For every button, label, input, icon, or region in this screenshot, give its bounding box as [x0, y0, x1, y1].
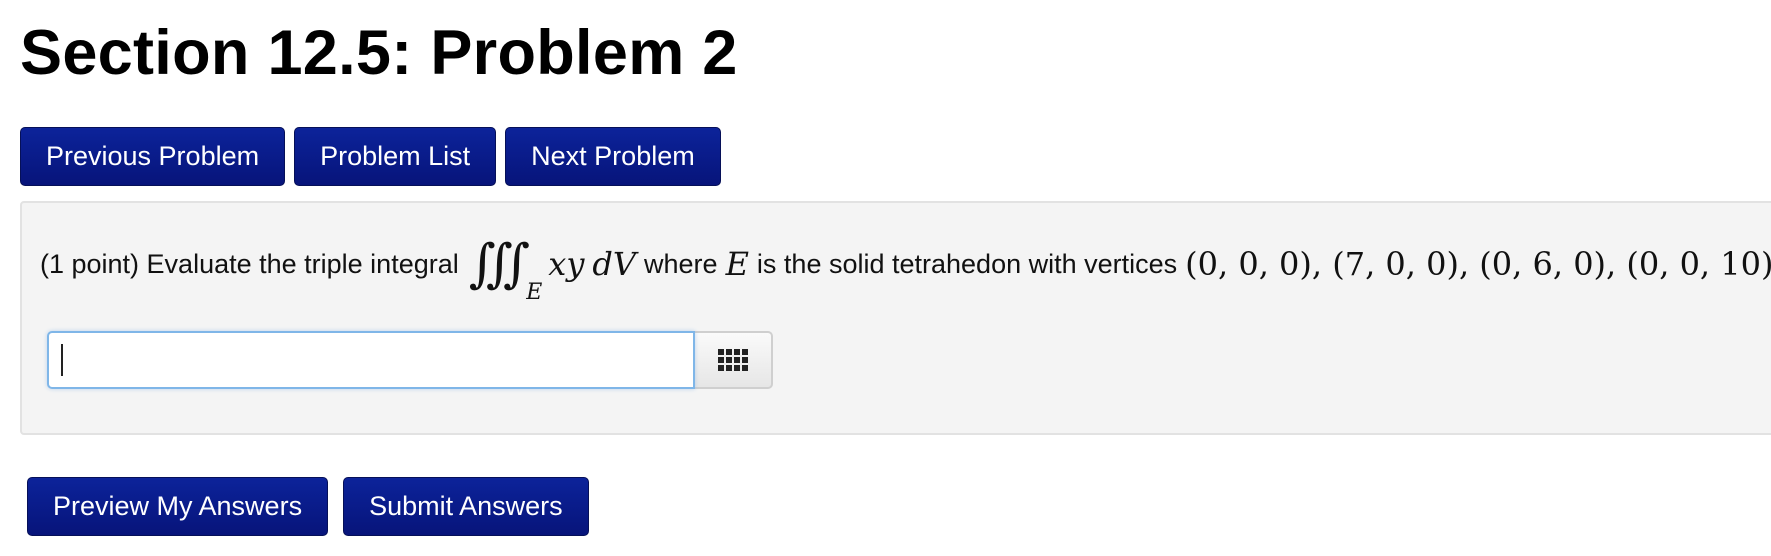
- triple-integral: ∭ E: [468, 229, 543, 305]
- grid-icon: [718, 349, 748, 371]
- answer-input[interactable]: [47, 331, 695, 389]
- problem-list-button[interactable]: Problem List: [294, 127, 497, 186]
- preview-answers-button[interactable]: Preview My Answers: [27, 477, 329, 536]
- answer-row: [47, 331, 773, 389]
- next-problem-button[interactable]: Next Problem: [505, 127, 721, 186]
- integral-subscript: E: [526, 280, 543, 305]
- answer-actions: Preview My Answers Submit Answers: [27, 477, 589, 536]
- differential-v: V: [612, 245, 637, 283]
- triple-integral-signs: ∭: [468, 234, 531, 294]
- where-text: where: [644, 248, 718, 279]
- submit-answers-button[interactable]: Submit Answers: [343, 477, 589, 536]
- problem-navigation: Previous Problem Problem List Next Probl…: [20, 127, 721, 186]
- answer-input-wrapper: [47, 331, 695, 389]
- problem-prefix: (1 point) Evaluate the triple integral: [40, 248, 459, 279]
- previous-problem-button[interactable]: Previous Problem: [20, 127, 286, 186]
- problem-statement: (1 point) Evaluate the triple integral ∭…: [40, 229, 1771, 305]
- integrand: xy: [548, 245, 585, 283]
- page-title: Section 12.5: Problem 2: [20, 18, 738, 88]
- text-caret: [61, 344, 63, 376]
- differential-d: d: [592, 245, 613, 283]
- problem-box: (1 point) Evaluate the triple integral ∭…: [20, 201, 1771, 435]
- region-description: is the solid tetrahedon with vertices: [756, 248, 1178, 279]
- vertices-list: (0, 0, 0), (7, 0, 0), (0, 6, 0), (0, 0, …: [1185, 245, 1771, 283]
- math-keypad-button[interactable]: [695, 331, 773, 389]
- region-name: E: [725, 245, 749, 283]
